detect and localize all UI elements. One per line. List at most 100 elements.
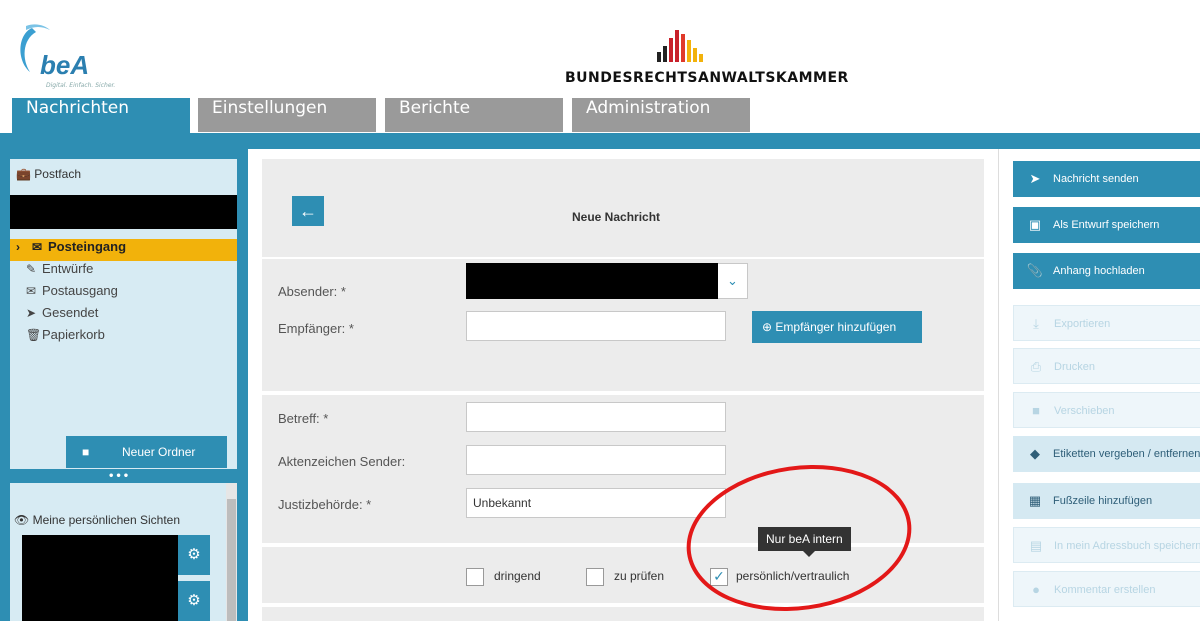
absender-label: Absender: * <box>278 284 346 299</box>
printer-icon: ⎙ <box>1030 359 1042 374</box>
betreff-label: Betreff: * <box>278 411 329 426</box>
main-tabs: Nachrichten Einstellungen Berichte Admin… <box>0 98 1200 138</box>
dringend-checkbox[interactable] <box>466 568 484 586</box>
action-label: Etiketten vergeben / entfernen <box>1053 448 1200 460</box>
empfaenger-label: Empfänger: * <box>278 321 354 336</box>
back-arrow-icon[interactable]: ← <box>292 196 324 226</box>
chevron-down-icon[interactable]: ⌄ <box>718 263 748 299</box>
absender-select[interactable] <box>466 263 718 299</box>
create-comment-button[interactable]: ● Kommentar erstellen <box>1013 571 1200 607</box>
redacted-postfach-name <box>10 195 237 229</box>
export-button[interactable]: ⤓ Exportieren <box>1013 305 1200 341</box>
trash-icon: 🗑 <box>26 328 42 342</box>
logo-subtitle: Digital. Einfach. Sicher. <box>46 82 116 89</box>
sidebar-item-postausgang[interactable]: ✉ Postausgang <box>10 283 237 305</box>
tags-button[interactable]: ◆ Etiketten vergeben / entfernen <box>1013 436 1200 472</box>
action-label: Als Entwurf speichern <box>1053 219 1160 231</box>
app-header: beA Digital. Einfach. Sicher. BUNDESRECH… <box>0 0 1200 149</box>
empfaenger-input[interactable] <box>466 311 726 341</box>
postfach-title: 💼 Postfach <box>16 167 81 181</box>
aktenzeichen-input[interactable] <box>466 445 726 475</box>
sidebar-item-label: Posteingang <box>48 239 127 254</box>
sidebar: 💼 Postfach › ✉ Posteingang ✎ Entwürfe ✉ Post… <box>0 149 248 621</box>
sidebar-item-label: Postausgang <box>42 283 118 298</box>
sidebar-item-label: Papierkorb <box>42 327 105 342</box>
add-recipient-label: Empfänger hinzufügen <box>775 320 897 334</box>
justizbehoerde-label: Justizbehörde: * <box>278 497 372 512</box>
brak-bars-icon <box>657 30 717 62</box>
new-folder-label: Neuer Ordner <box>122 445 196 459</box>
personal-views-panel: 👁 Meine persönlichen Sichten ⚙ ⚙ <box>10 483 237 621</box>
bea-logo: beA Digital. Einfach. Sicher. <box>12 20 122 96</box>
action-label: Fußzeile hinzufügen <box>1053 495 1153 507</box>
page-title: Neue Nachricht <box>572 210 661 224</box>
sidebar-item-gesendet[interactable]: ➤ Gesendet <box>10 305 237 327</box>
new-folder-button[interactable]: ■ Neuer Ordner <box>66 436 227 468</box>
sidebar-item-label: Gesendet <box>42 305 99 320</box>
postfach-label: Postfach <box>34 167 81 181</box>
zu-pruefen-checkbox[interactable] <box>586 568 604 586</box>
redacted-views-list <box>22 535 178 621</box>
comment-icon: ● <box>1032 582 1040 597</box>
sidebar-item-label: Entwürfe <box>42 261 94 276</box>
recipients-card: Absender: * ⌄ Empfänger: * ⊕ Empfänger h… <box>262 257 984 391</box>
send-message-button[interactable]: ➤ Nachricht senden <box>1013 161 1200 197</box>
dringend-label: dringend <box>494 569 541 583</box>
eye-icon: 👁 <box>14 513 30 527</box>
sidebar-item-posteingang[interactable]: › ✉ Posteingang <box>10 239 237 261</box>
save-to-addressbook-button[interactable]: ▤ In mein Adressbuch speichern <box>1013 527 1200 563</box>
sidebar-item-papierkorb[interactable]: 🗑Papierkorb <box>10 327 237 349</box>
send-icon: ➤ <box>26 306 37 320</box>
tab-berichte[interactable]: Berichte <box>385 98 563 132</box>
save-draft-button[interactable]: ▣ Als Entwurf speichern <box>1013 207 1200 243</box>
print-button[interactable]: ⎙ Drucken <box>1013 348 1200 384</box>
chevron-right-icon: › <box>16 240 20 254</box>
folder-icon: ■ <box>82 445 90 459</box>
paperclip-icon: 📎 <box>1026 263 1044 278</box>
justizbehoerde-input[interactable]: Unbekannt <box>466 488 726 518</box>
view-settings-gear-icon[interactable]: ⚙ <box>178 581 210 621</box>
footer-doc-icon: ▦ <box>1028 493 1042 508</box>
action-label: Kommentar erstellen <box>1054 584 1156 596</box>
action-label: Anhang hochladen <box>1053 265 1145 277</box>
tags-icon: ◆ <box>1030 446 1040 461</box>
edit-icon: ✎ <box>26 262 37 276</box>
add-footer-button[interactable]: ▦ Fußzeile hinzufügen <box>1013 483 1200 519</box>
action-label: Exportieren <box>1054 318 1111 330</box>
briefcase-icon: 💼 <box>16 167 31 181</box>
brak-logo: BUNDESRECHTSANWALTSKAMMER <box>565 30 849 90</box>
tab-administration[interactable]: Administration <box>572 98 750 132</box>
add-recipient-button[interactable]: ⊕ Empfänger hinzufügen <box>752 311 922 343</box>
views-scrollbar[interactable] <box>226 483 237 621</box>
view-settings-gear-icon[interactable]: ⚙ <box>178 535 210 575</box>
tab-underline-band <box>0 133 1200 149</box>
address-book-icon: ▤ <box>1029 538 1043 553</box>
tab-nachrichten[interactable]: Nachrichten <box>12 98 190 138</box>
personal-views-label: Meine persönlichen Sichten <box>32 513 180 527</box>
action-label: Verschieben <box>1054 405 1115 417</box>
scrollbar-thumb[interactable] <box>227 499 236 621</box>
action-label: Drucken <box>1054 361 1095 373</box>
plus-circle-icon: ⊕ <box>762 320 773 334</box>
resize-handle[interactable]: ••• <box>108 471 130 482</box>
tab-einstellungen[interactable]: Einstellungen <box>198 98 376 132</box>
personal-views-title: 👁 Meine persönlichen Sichten <box>14 513 180 527</box>
next-card <box>262 607 984 621</box>
aktenzeichen-label: Aktenzeichen Sender: <box>278 454 406 469</box>
org-name: BUNDESRECHTSANWALTSKAMMER <box>565 70 849 86</box>
save-icon: ▣ <box>1028 217 1042 232</box>
zu-pruefen-label: zu prüfen <box>614 569 665 583</box>
form-header-card: ← Neue Nachricht <box>262 159 984 257</box>
betreff-input[interactable] <box>466 402 726 432</box>
folder-move-icon: ■ <box>1032 403 1040 418</box>
sidebar-item-entwuerfe[interactable]: ✎ Entwürfe <box>10 261 237 283</box>
action-label: In mein Adressbuch speichern <box>1054 540 1200 552</box>
actions-panel: ➤ Nachricht senden ▣ Als Entwurf speichern… <box>998 149 1200 621</box>
paper-plane-icon: ➤ <box>1029 171 1041 186</box>
logo-text: beA <box>40 50 90 80</box>
action-label: Nachricht senden <box>1053 173 1139 185</box>
envelope-icon: ✉ <box>32 240 43 254</box>
upload-attachment-button[interactable]: 📎 Anhang hochladen <box>1013 253 1200 289</box>
download-icon: ⤓ <box>1033 316 1039 331</box>
move-button[interactable]: ■ Verschieben <box>1013 392 1200 428</box>
